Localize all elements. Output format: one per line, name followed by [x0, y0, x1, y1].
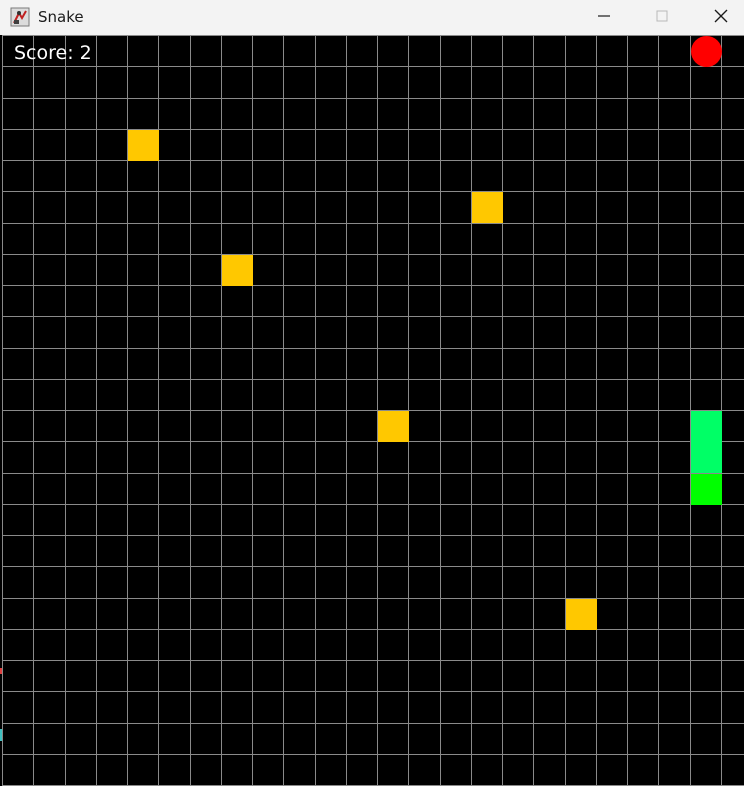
- apple: [691, 36, 722, 67]
- snake-head: [691, 474, 722, 505]
- java-app-icon: [10, 7, 30, 27]
- food-block: [378, 411, 409, 442]
- maximize-button[interactable]: [633, 0, 691, 35]
- grid-lines: [2, 35, 744, 786]
- score-value: 2: [79, 42, 92, 64]
- snake-body-segment: [691, 442, 722, 473]
- snake-window: Snake Score: 2: [0, 0, 744, 786]
- left-edge-marker: [0, 668, 2, 674]
- food-block: [222, 255, 253, 286]
- food-block: [566, 599, 597, 630]
- window-title: Snake: [38, 8, 84, 26]
- minimize-button[interactable]: [575, 0, 633, 35]
- score-display: Score: 2: [14, 42, 92, 64]
- minimize-icon: [597, 8, 611, 27]
- maximize-icon: [655, 8, 669, 27]
- game-board[interactable]: [2, 35, 744, 786]
- title-bar[interactable]: Snake: [0, 0, 744, 35]
- food-block: [128, 130, 159, 161]
- snake-body-segment: [691, 411, 722, 442]
- close-icon: [713, 8, 729, 28]
- food-block: [472, 192, 503, 223]
- close-button[interactable]: [692, 0, 744, 35]
- left-edge-marker: [0, 729, 2, 741]
- score-label: Score:: [14, 42, 74, 64]
